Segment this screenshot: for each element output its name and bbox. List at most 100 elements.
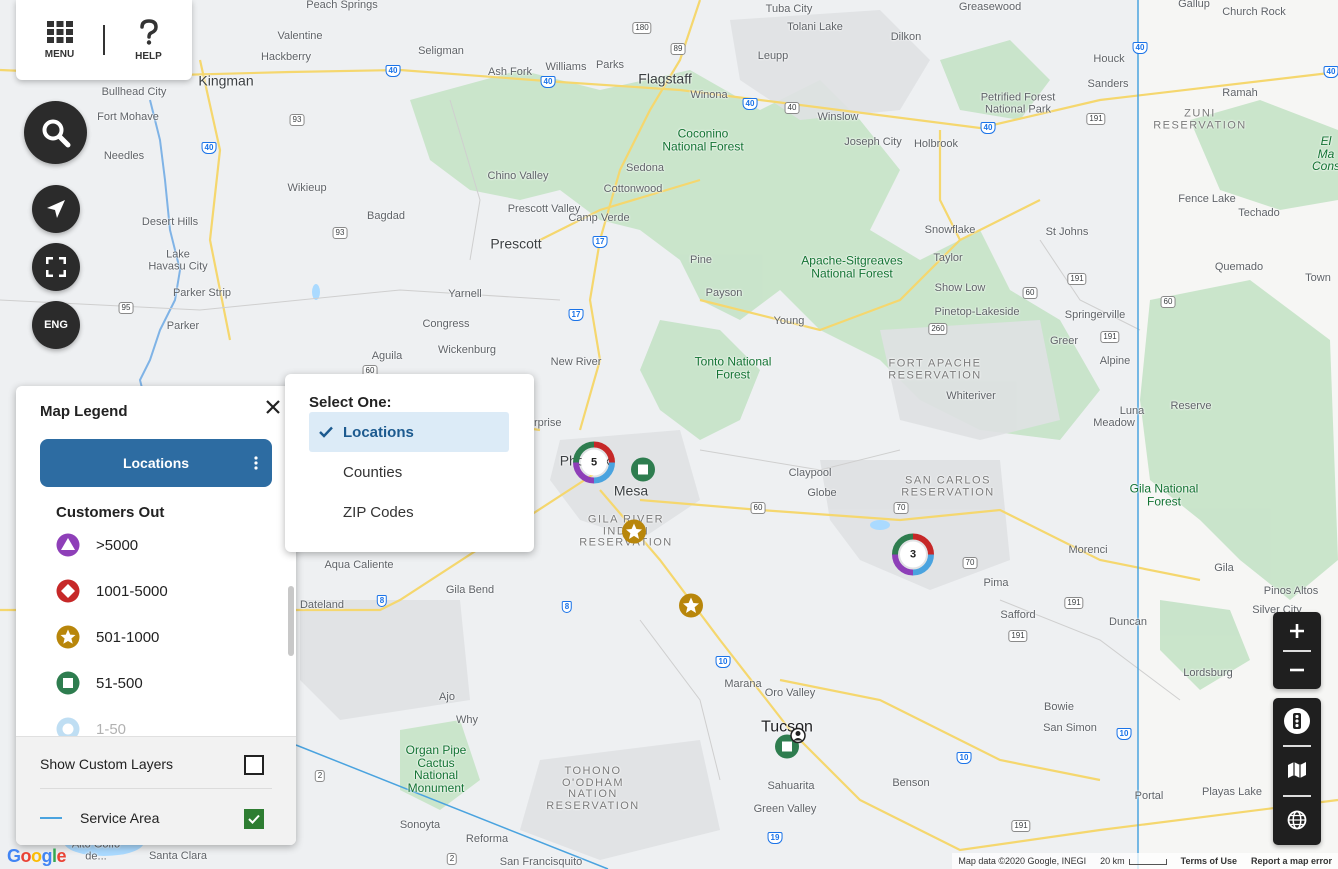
place-label: Sonoyta: [399, 819, 441, 832]
traffic-layer-button[interactable]: [1273, 698, 1321, 744]
place-label: Congress: [422, 318, 470, 331]
close-legend-button[interactable]: [262, 396, 284, 418]
star-marker-icon: [622, 519, 646, 544]
dropdown-title: Select One:: [309, 394, 392, 411]
layer-type-dropdown: Select One: Locations Counties ZIP Codes: [285, 374, 534, 552]
place-label: Taylor: [933, 252, 963, 265]
place-label: Parks: [595, 59, 625, 72]
highway-shield: 60: [1160, 296, 1176, 308]
option-locations[interactable]: Locations: [309, 412, 509, 452]
scale-label: 20 km: [1100, 856, 1125, 866]
place-label: Leupp: [757, 50, 789, 63]
highway-shield: 260: [928, 323, 948, 335]
zoom-controls: [1273, 612, 1321, 689]
legend-scrollbar[interactable]: [288, 586, 294, 656]
menu-button[interactable]: MENU: [16, 0, 103, 80]
place-label: Bagdad: [367, 210, 405, 223]
place-label: Pima: [983, 577, 1009, 590]
place-label: Peach Springs: [306, 0, 378, 12]
location-marker-501-1000[interactable]: [621, 519, 647, 550]
interstate-shield: 40: [1132, 42, 1148, 54]
place-label: Lake Havasu City: [148, 248, 208, 272]
legend-item-label: 1001-5000: [96, 582, 168, 600]
interstate-shield: 40: [1323, 66, 1338, 78]
place-label: Meadow: [1093, 417, 1135, 430]
option-zip-codes[interactable]: ZIP Codes: [309, 492, 509, 532]
place-label: Why: [456, 714, 478, 727]
place-label: Williams: [545, 61, 587, 74]
place-label: Benson: [892, 777, 930, 790]
place-label: Fence Lake: [1178, 193, 1236, 206]
location-marker-501-1000[interactable]: [678, 593, 704, 624]
highway-shield: 70: [962, 557, 978, 569]
map-data-attribution: Map data ©2020 Google, INEGI: [958, 856, 1087, 866]
triangle-marker-icon: [56, 533, 80, 557]
cluster-marker[interactable]: 5: [572, 441, 616, 490]
option-label: Counties: [343, 463, 403, 481]
place-label: Ash Fork: [487, 66, 533, 79]
place-label: Quemado: [1214, 261, 1264, 274]
scale-bar: [1128, 858, 1167, 865]
fullscreen-icon: [46, 257, 66, 277]
map-view-button[interactable]: [1273, 746, 1321, 794]
report-map-error-link[interactable]: Report a map error: [1251, 856, 1332, 866]
option-counties[interactable]: Counties: [309, 452, 509, 492]
place-label: Cottonwood: [603, 183, 663, 196]
map-footer: Map data ©2020 Google, INEGI 20 km Terms…: [952, 853, 1338, 869]
place-label: Gila: [1214, 562, 1234, 575]
options-divider: [40, 788, 272, 789]
place-label: Flagstaff: [638, 70, 692, 87]
checkmark-icon: [248, 814, 260, 824]
place-label: St Johns: [1045, 226, 1089, 239]
legend-item: 501-1000: [56, 625, 159, 649]
map-layer-controls: [1273, 698, 1321, 845]
layer-select-button[interactable]: Locations: [40, 439, 272, 487]
terms-of-use-link[interactable]: Terms of Use: [1181, 856, 1237, 866]
place-label: Luna: [1119, 405, 1145, 418]
show-custom-layers-checkbox[interactable]: [244, 755, 264, 775]
service-area-checkbox[interactable]: [244, 809, 264, 829]
grid-icon: [46, 20, 73, 43]
locate-me-button[interactable]: [32, 185, 80, 233]
place-label: Town: [1305, 272, 1331, 285]
place-label: Sedona: [626, 162, 664, 175]
highway-shield: 191: [1067, 273, 1087, 285]
map-legend-panel: Map Legend Locations Customers Out >5000…: [16, 386, 296, 845]
service-area-row: Service Area: [40, 810, 159, 826]
legend-item-label: 1-50: [96, 720, 127, 738]
place-label: Kingman: [198, 72, 254, 89]
place-label: Pine: [689, 254, 713, 267]
place-label: Coconino National Forest: [662, 126, 744, 153]
cluster-marker[interactable]: 3: [891, 533, 935, 582]
highway-shield: 60: [750, 502, 766, 514]
place-label: Duncan: [1109, 616, 1147, 629]
place-label: Dateland: [299, 599, 345, 612]
place-label: Ajo: [439, 691, 455, 704]
show-custom-layers-row: Show Custom Layers: [40, 756, 173, 772]
highway-shield: 40: [784, 102, 800, 114]
place-label: New River: [550, 356, 602, 369]
interstate-shield: 17: [592, 236, 608, 248]
menu-label: MENU: [44, 48, 75, 60]
fullscreen-button[interactable]: [32, 243, 80, 291]
crew-marker[interactable]: [790, 727, 806, 749]
place-label: San Simon: [1043, 722, 1097, 735]
language-button[interactable]: ENG: [32, 301, 80, 349]
place-label: El Ma Cons: [1311, 134, 1338, 174]
place-label: Morenci: [1068, 544, 1108, 557]
place-label: SAN CARLOS RESERVATION: [901, 474, 995, 498]
place-label: Holbrook: [913, 138, 959, 151]
legend-item: >5000: [56, 533, 138, 557]
square-marker-icon: [631, 457, 655, 482]
zoom-in-button[interactable]: [1273, 612, 1321, 650]
zoom-out-button[interactable]: [1273, 651, 1321, 689]
search-button[interactable]: [24, 101, 87, 164]
satellite-view-button[interactable]: [1273, 796, 1321, 844]
language-label: ENG: [44, 319, 68, 331]
kebab-menu-icon: [254, 456, 258, 470]
place-label: Gila National Forest: [1129, 481, 1199, 508]
help-button[interactable]: HELP: [105, 0, 192, 80]
highway-shield: 191: [1011, 820, 1031, 832]
location-marker-51-500[interactable]: [630, 457, 656, 488]
square-marker-icon: [56, 671, 80, 695]
